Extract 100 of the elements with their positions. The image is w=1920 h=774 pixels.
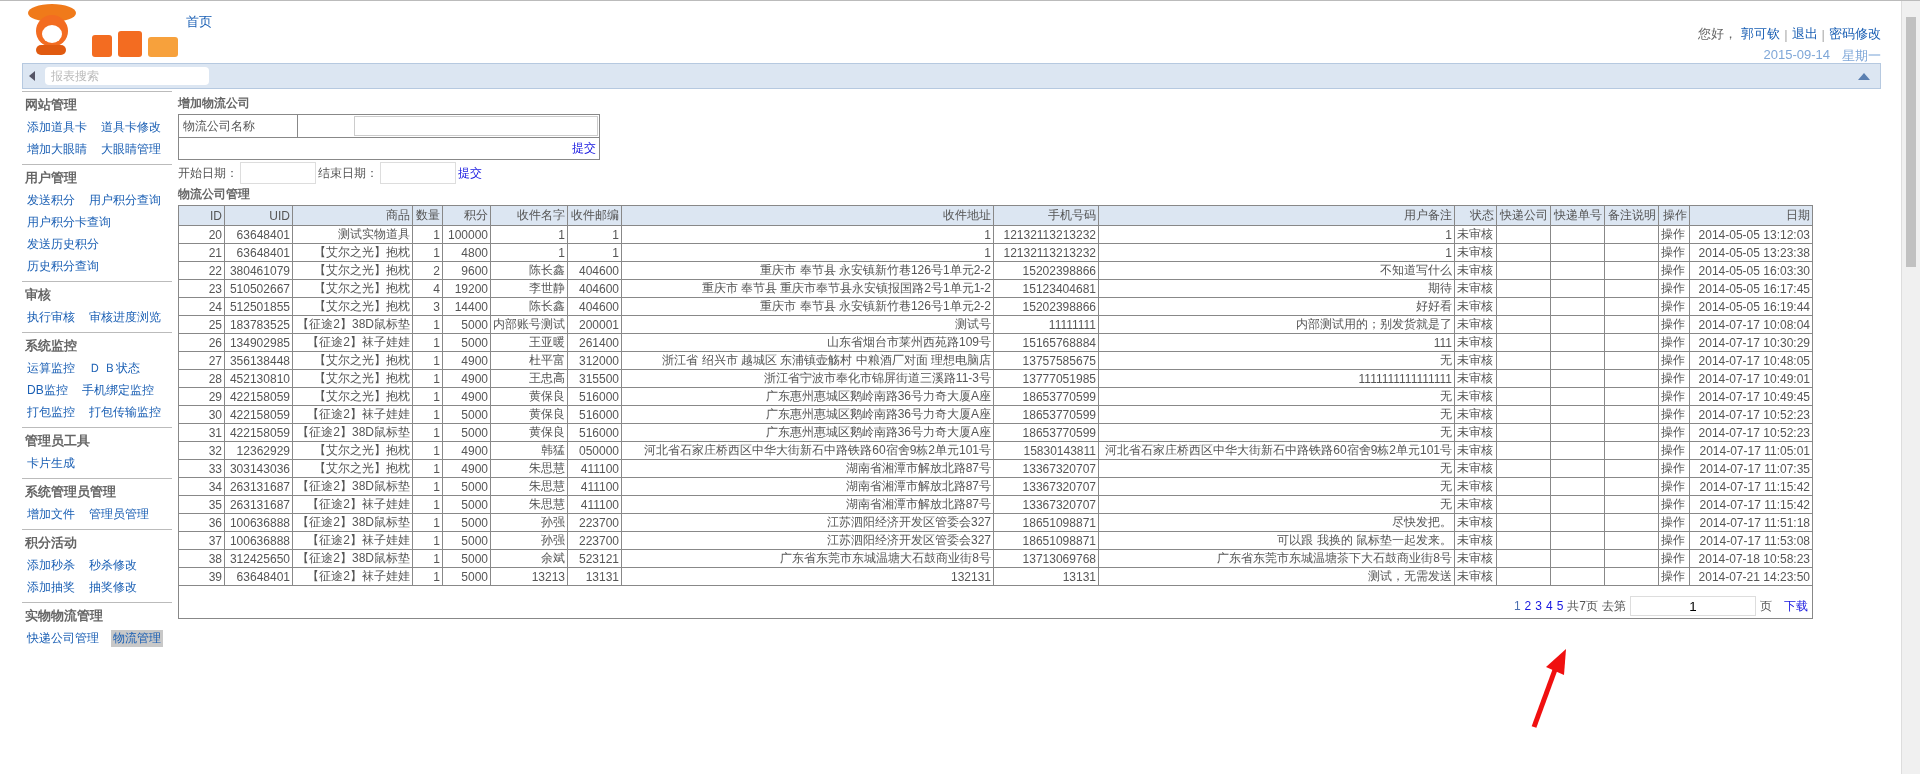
header-link[interactable]: 密码修改 — [1829, 25, 1881, 43]
action-link[interactable]: 操作 — [1658, 441, 1690, 460]
quantity-cell: 1 — [412, 225, 443, 244]
sidebar-item[interactable]: 大眼睛管理 — [99, 141, 163, 158]
address-cell: 江苏泗阳经济开发区管委会327 — [621, 513, 994, 532]
product-cell: 【征途2】袜子娃娃 — [292, 495, 413, 514]
sidebar-item[interactable]: 添加道具卡 — [25, 119, 89, 136]
start-date-field[interactable] — [240, 162, 316, 184]
end-date-label: 结束日期： — [318, 164, 378, 182]
quantity-cell: 1 — [412, 315, 443, 334]
sidebar-item[interactable]: 执行审核 — [25, 309, 77, 326]
recipient-cell: 朱思慧 — [490, 495, 568, 514]
sidebar-item[interactable]: 添加抽奖 — [25, 579, 77, 596]
sidebar-item[interactable]: 添加秒杀 — [25, 557, 77, 574]
action-link[interactable]: 操作 — [1658, 225, 1690, 244]
sidebar-item[interactable]: 增加大眼睛 — [25, 141, 89, 158]
status-cell: 未审核 — [1454, 351, 1497, 370]
points-cell: 4900 — [442, 351, 491, 370]
sidebar-item[interactable]: 秒杀修改 — [87, 557, 139, 574]
sidebar-item[interactable]: 道具卡修改 — [99, 119, 163, 136]
submit-link[interactable]: 提交 — [572, 140, 596, 157]
points-cell: 5000 — [442, 315, 491, 334]
action-link[interactable]: 操作 — [1658, 477, 1690, 496]
action-link[interactable]: 操作 — [1658, 333, 1690, 352]
sidebar-item[interactable]: 打包传输监控 — [87, 404, 163, 421]
quantity-cell: 1 — [412, 333, 443, 352]
sidebar-item[interactable]: 审核进度浏览 — [87, 309, 163, 326]
postcode-cell: 1 — [567, 225, 622, 244]
action-link[interactable]: 操作 — [1658, 351, 1690, 370]
points-cell: 9600 — [442, 261, 491, 280]
sidebar-item[interactable]: Ｄ Ｂ状态 — [87, 360, 143, 377]
page-link[interactable]: 4 — [1545, 599, 1553, 613]
uid-cell: 263131687 — [224, 477, 293, 496]
scrollbar[interactable] — [1901, 1, 1920, 774]
product-cell: 【征途2】38D鼠标垫 — [292, 423, 413, 442]
sidebar-item[interactable]: 用户积分卡查询 — [25, 214, 113, 231]
action-link[interactable]: 操作 — [1658, 387, 1690, 406]
sidebar-item[interactable]: 管理员管理 — [87, 506, 151, 523]
remark-cell: 无 — [1098, 351, 1455, 370]
sidebar-item[interactable]: 增加文件 — [25, 506, 77, 523]
action-link[interactable]: 操作 — [1658, 495, 1690, 514]
postcode-cell: 13131 — [567, 567, 622, 586]
sidebar-item[interactable]: 卡片生成 — [25, 455, 77, 472]
action-link[interactable]: 操作 — [1658, 315, 1690, 334]
action-link[interactable]: 操作 — [1658, 369, 1690, 388]
sidebar-item[interactable]: 快递公司管理 — [25, 630, 101, 647]
status-cell: 未审核 — [1454, 315, 1497, 334]
action-link[interactable]: 操作 — [1658, 279, 1690, 298]
quantity-cell: 1 — [412, 369, 443, 388]
form-title: 增加物流公司 — [178, 95, 251, 112]
page-field[interactable]: 1 — [1630, 596, 1756, 616]
action-link[interactable]: 操作 — [1658, 405, 1690, 424]
remark-cell: 河北省石家庄桥西区中华大街新石中路铁路60宿舍9栋2单元101号 — [1098, 441, 1455, 460]
submit-link[interactable]: 提交 — [458, 164, 482, 182]
sidebar-item[interactable]: 用户积分查询 — [87, 192, 163, 209]
uid-cell: 63648401 — [224, 567, 293, 586]
action-link[interactable]: 操作 — [1658, 549, 1690, 568]
download-link[interactable]: 下载 — [1784, 597, 1808, 615]
sidebar-item[interactable]: DB监控 — [25, 382, 70, 399]
collapse-left-icon[interactable] — [29, 71, 35, 81]
page-link[interactable]: 2 — [1524, 599, 1532, 613]
action-link[interactable]: 操作 — [1658, 243, 1690, 262]
action-link[interactable]: 操作 — [1658, 297, 1690, 316]
search-field[interactable]: 报表搜索 — [45, 67, 209, 85]
page-link[interactable]: 3 — [1535, 599, 1542, 613]
action-link[interactable]: 操作 — [1658, 531, 1690, 550]
user-link[interactable]: 郭可钦 — [1741, 25, 1781, 43]
company-name-field[interactable] — [354, 116, 598, 136]
page-link[interactable]: 5 — [1556, 599, 1564, 613]
start-date-label: 开始日期： — [178, 164, 238, 182]
sidebar-item[interactable]: 抽奖修改 — [87, 579, 139, 596]
action-link[interactable]: 操作 — [1658, 423, 1690, 442]
sidebar-item[interactable]: 发送历史积分 — [25, 236, 101, 253]
home-link[interactable]: 首页 — [186, 13, 212, 31]
sidebar-item[interactable]: 发送积分 — [25, 192, 77, 209]
sidebar-item[interactable]: 打包监控 — [25, 404, 77, 421]
points-cell: 4900 — [442, 369, 491, 388]
sidebar-item[interactable]: 运算监控 — [25, 360, 77, 377]
column-header: 手机号码 — [993, 205, 1099, 226]
date-cell: 2014-07-17 10:30:29 — [1689, 333, 1813, 352]
table-title: 物流公司管理 — [178, 186, 251, 203]
end-date-field[interactable] — [380, 162, 456, 184]
goto-label: 去第 — [1602, 597, 1626, 615]
uid-cell: 263131687 — [224, 495, 293, 514]
recipient-cell: 朱思慧 — [490, 477, 568, 496]
product-cell: 测试实物道具 — [292, 225, 413, 244]
action-link[interactable]: 操作 — [1658, 513, 1690, 532]
product-cell: 【艾尔之光】抱枕 — [292, 441, 413, 460]
page-link[interactable]: 1 — [1513, 599, 1521, 613]
sidebar-item[interactable]: 物流管理 — [111, 630, 163, 647]
product-cell: 【征途2】38D鼠标垫 — [292, 549, 413, 568]
action-link[interactable]: 操作 — [1658, 261, 1690, 280]
collapse-up-icon[interactable] — [1858, 72, 1870, 80]
remark-cell: 可以跟 我换的 鼠标垫一起发来。 — [1098, 531, 1455, 550]
action-link[interactable]: 操作 — [1658, 567, 1690, 586]
sidebar-item[interactable]: 历史积分查询 — [25, 258, 101, 275]
quantity-cell: 1 — [412, 567, 443, 586]
header-link[interactable]: 退出 — [1791, 25, 1818, 43]
sidebar-item[interactable]: 手机绑定监控 — [79, 382, 156, 399]
action-link[interactable]: 操作 — [1658, 459, 1690, 478]
